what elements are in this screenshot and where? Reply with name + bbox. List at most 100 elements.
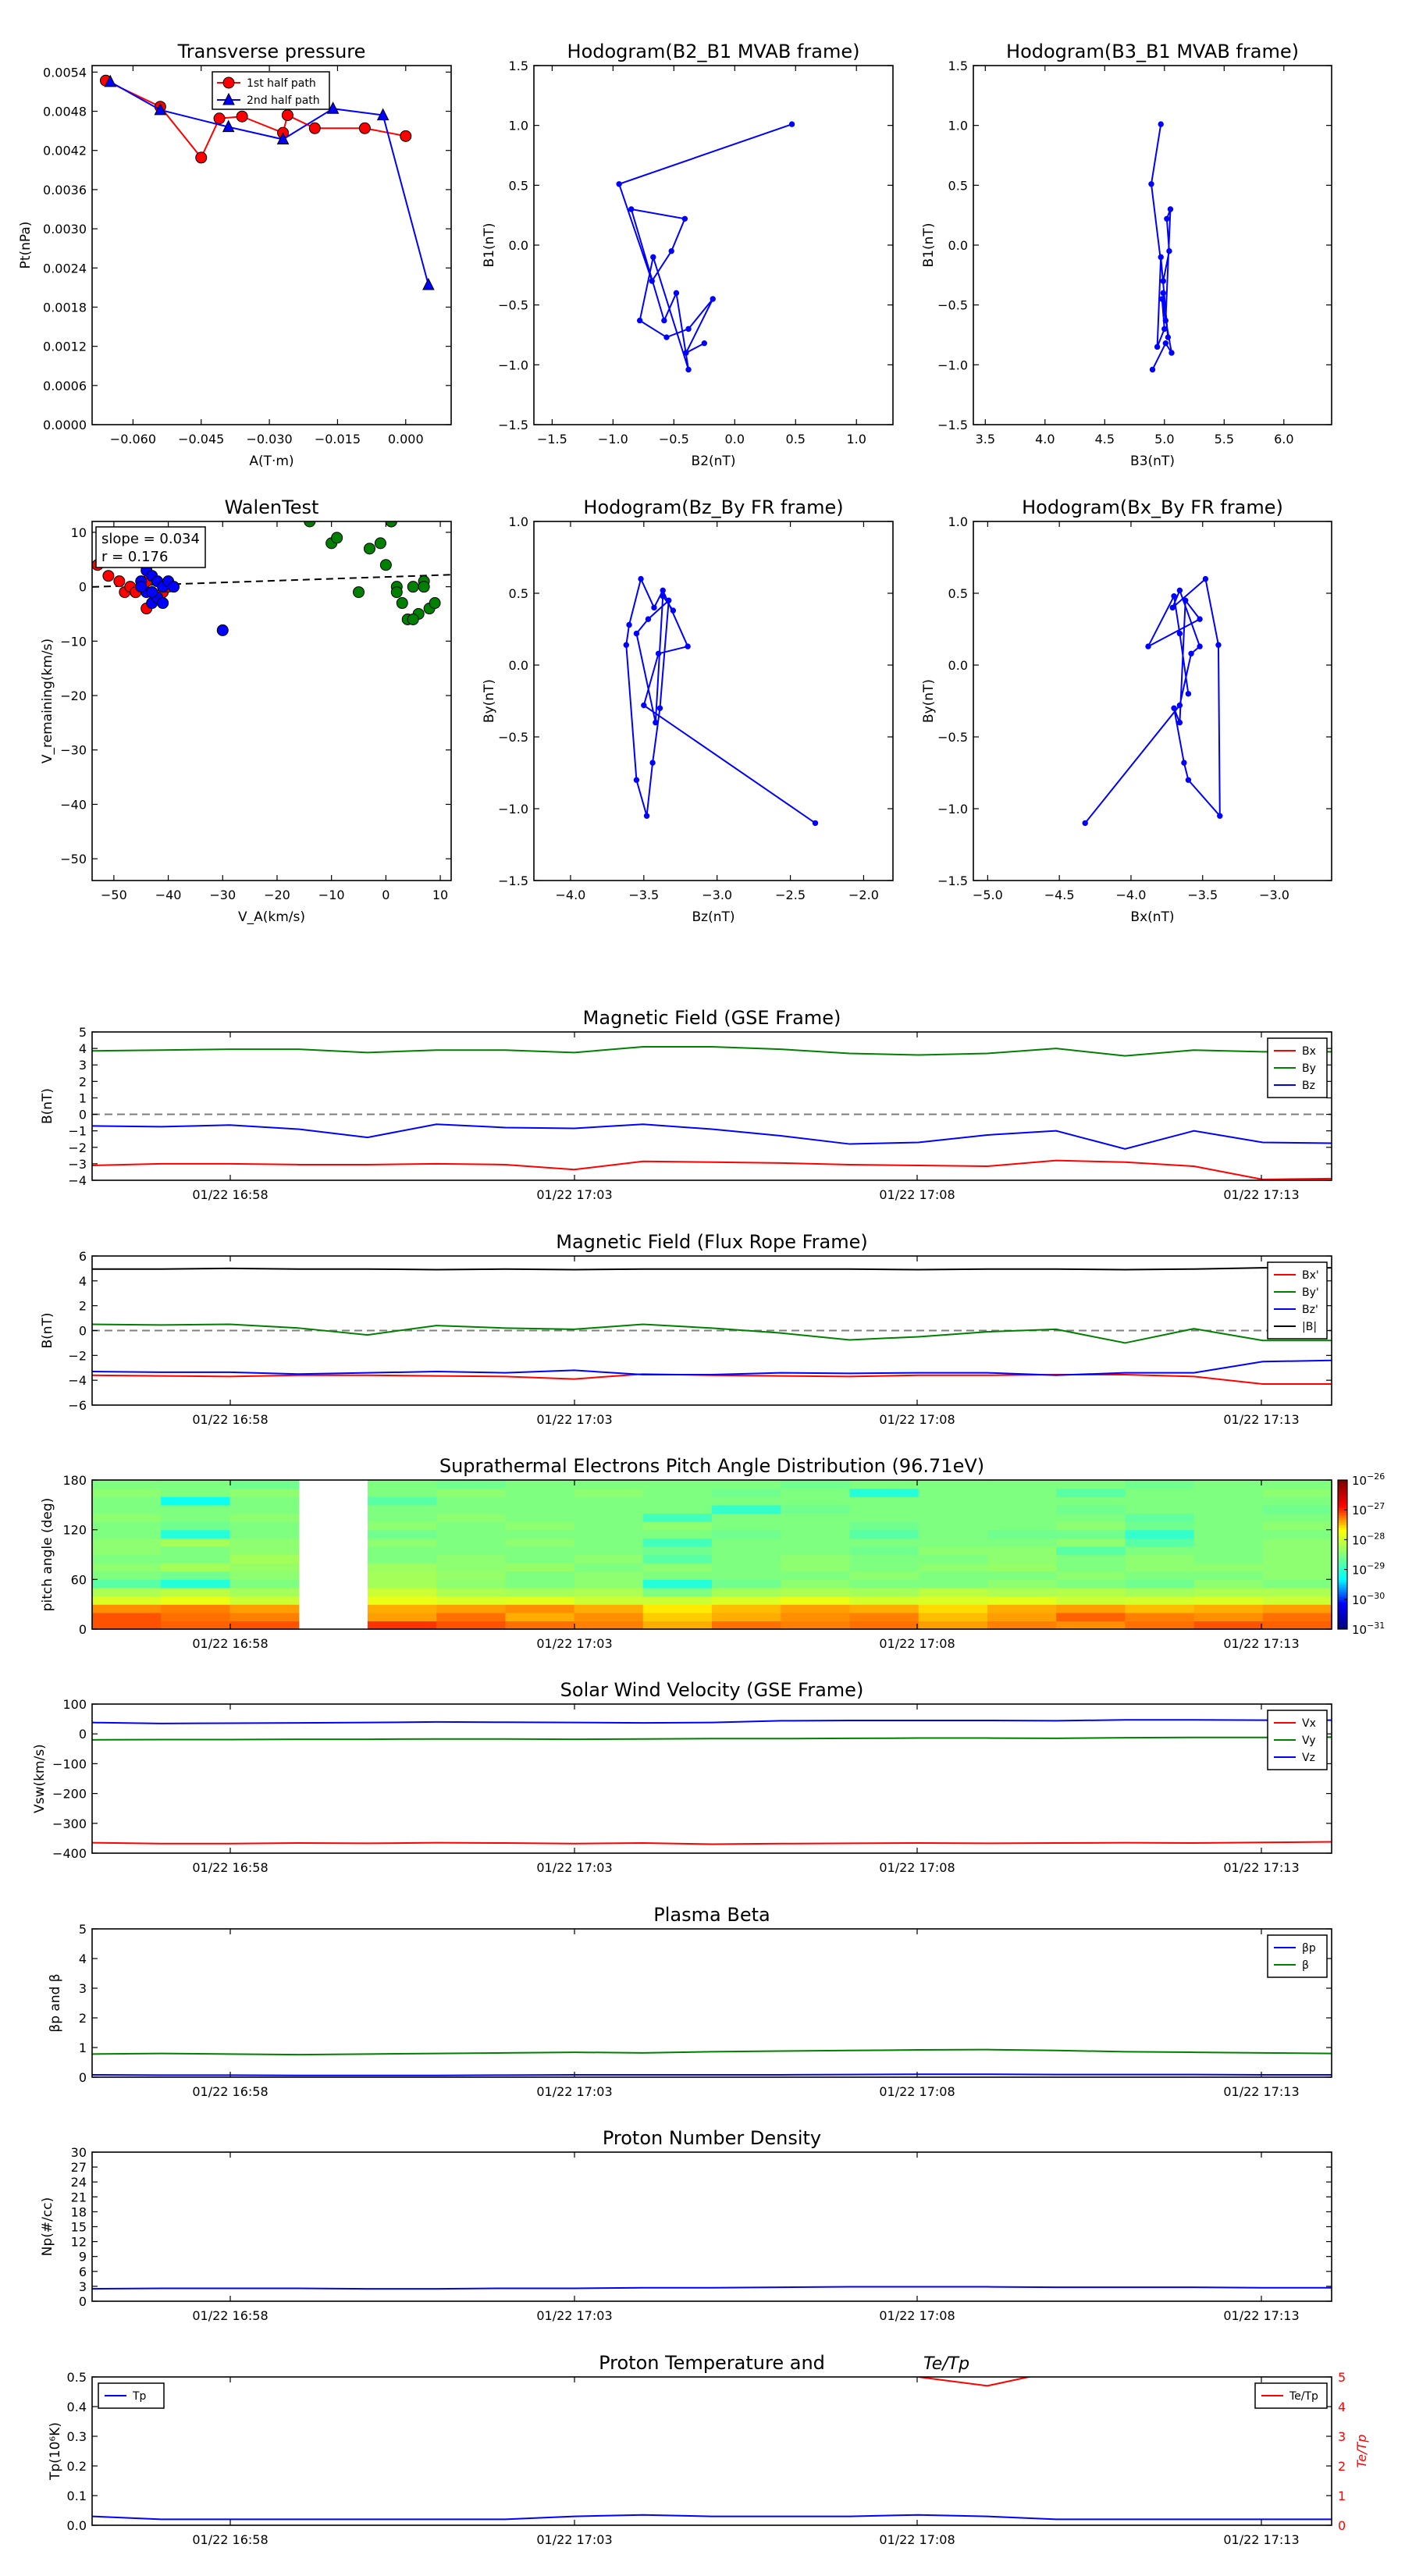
- heatmap-cell: [642, 1579, 713, 1589]
- x-tick-label: 01/22 16:58: [192, 1187, 268, 1202]
- y-tick-label: 9: [79, 2250, 87, 2265]
- colorbar-segment: [1338, 1502, 1347, 1506]
- heatmap-cell: [229, 1546, 300, 1556]
- heatmap-cell: [1125, 1563, 1195, 1572]
- heatmap-cell: [849, 1563, 919, 1572]
- data-point: [390, 586, 403, 599]
- x-axis-label: V_A(km/s): [238, 909, 305, 925]
- heatmap-cell: [92, 1571, 162, 1580]
- chart-title: Plasma Beta: [653, 1904, 770, 1926]
- heatmap-cell: [1056, 1546, 1126, 1556]
- chart-title: Hodogram(B2_B1 MVAB frame): [567, 41, 860, 62]
- colorbar-segment: [1338, 1512, 1347, 1516]
- y-tick-label: 0.0024: [43, 261, 87, 276]
- heatmap-cell: [849, 1521, 919, 1531]
- y-tick-label: 12: [71, 2235, 87, 2250]
- data-point: [1082, 820, 1088, 827]
- heatmap-cell: [436, 1596, 506, 1605]
- legend-label: Vy: [1302, 1735, 1316, 1747]
- data-point: [636, 317, 643, 324]
- legend-marker: [222, 76, 235, 89]
- data-point: [1154, 343, 1161, 350]
- heatmap-cell: [918, 1604, 988, 1614]
- y-tick-label: 1.5: [509, 59, 528, 73]
- colorbar-segment: [1338, 1574, 1347, 1578]
- plot-area: [623, 575, 819, 827]
- heatmap-cell: [229, 1612, 300, 1621]
- heatmap-cell: [987, 1513, 1057, 1522]
- y-tick-label: 0.2: [67, 2459, 87, 2474]
- heatmap-cell: [1193, 1604, 1264, 1614]
- heatmap-cell: [849, 1554, 919, 1564]
- chart-title: Proton Number Density: [603, 2127, 821, 2149]
- heatmap-cell: [712, 1488, 781, 1497]
- heatmap-cell: [367, 1546, 437, 1556]
- data-point: [645, 616, 652, 622]
- heatmap-cell: [1262, 1521, 1332, 1531]
- heatmap-cell: [92, 1546, 162, 1556]
- y-axis-label: By(nT): [482, 679, 497, 723]
- data-point: [660, 592, 666, 600]
- x-tick-label: 01/22 16:58: [192, 2532, 268, 2547]
- heatmap-cell: [1056, 1504, 1126, 1514]
- y-right-tick-label: 4: [1338, 2400, 1346, 2414]
- series-line-2: [92, 1359, 1332, 1376]
- data-point: [1168, 350, 1175, 356]
- heatmap-cell: [1125, 1579, 1195, 1589]
- colorbar-segment: [1338, 1564, 1347, 1567]
- data-point: [1197, 643, 1203, 649]
- heatmap-cell: [161, 1621, 231, 1630]
- heatmap-cell: [849, 1513, 919, 1522]
- heatmap-cell: [1125, 1554, 1195, 1564]
- heatmap-cell: [642, 1538, 713, 1547]
- heatmap-cell: [1193, 1563, 1264, 1572]
- series-line-2: [92, 1719, 1332, 1724]
- heatmap-cell: [436, 1571, 506, 1580]
- data-point: [1162, 340, 1169, 347]
- heatmap-cell: [436, 1538, 506, 1547]
- heatmap-cell: [1056, 1579, 1126, 1589]
- heatmap-cell: [436, 1480, 506, 1489]
- x-tick-label: −0.060: [110, 432, 156, 447]
- heatmap-cell: [229, 1563, 300, 1572]
- x-tick-label: −3.5: [1187, 888, 1218, 902]
- x-tick-label: −2.5: [775, 888, 806, 902]
- heatmap-cell: [1125, 1546, 1195, 1556]
- heatmap-cell: [574, 1513, 644, 1522]
- heatmap-cell: [505, 1612, 575, 1621]
- series-line-2: [92, 1123, 1332, 1150]
- plot-frame: [533, 65, 894, 425]
- y-tick-label: −1.5: [498, 873, 528, 888]
- y-tick-label: 5: [79, 1922, 87, 1937]
- data-point: [1161, 326, 1168, 333]
- x-tick-label: 01/22 17:03: [536, 1187, 612, 1202]
- x-tick-label: 6.0: [1274, 432, 1293, 447]
- heatmap-cell: [918, 1563, 988, 1572]
- x-tick-label: −50: [101, 888, 127, 902]
- heatmap-cell: [161, 1546, 231, 1556]
- x-tick-label: −0.030: [246, 432, 292, 447]
- colorbar-segment: [1338, 1569, 1347, 1573]
- x-axis-label: A(T·m): [249, 454, 293, 469]
- x-tick-label: 01/22 17:13: [1223, 2532, 1299, 2547]
- heatmap-cell: [849, 1596, 919, 1605]
- data-point: [633, 630, 640, 637]
- data-point: [157, 597, 169, 610]
- y-tick-label: 0.0048: [43, 105, 87, 119]
- data-point: [1181, 760, 1187, 766]
- y-tick-label: −400: [52, 1846, 87, 1861]
- heatmap-cell: [229, 1529, 300, 1539]
- y-axis-label: Tp(10⁶K): [48, 2422, 63, 2481]
- y-axis-label: B(nT): [40, 1088, 55, 1124]
- heatmap-cell: [849, 1604, 919, 1614]
- y-tick-label: 18: [71, 2204, 87, 2219]
- legend: Tp: [98, 2382, 165, 2409]
- heatmap-cell: [367, 1621, 437, 1630]
- chart-title: Hodogram(Bz_By FR frame): [583, 496, 843, 518]
- heatmap-cell: [849, 1488, 919, 1497]
- y-tick-label: 1.0: [509, 119, 528, 133]
- heatmap-cell: [642, 1596, 713, 1605]
- colorbar-segment: [1338, 1621, 1347, 1625]
- heatmap-cell: [505, 1496, 575, 1506]
- heatmap-cell: [1193, 1521, 1264, 1531]
